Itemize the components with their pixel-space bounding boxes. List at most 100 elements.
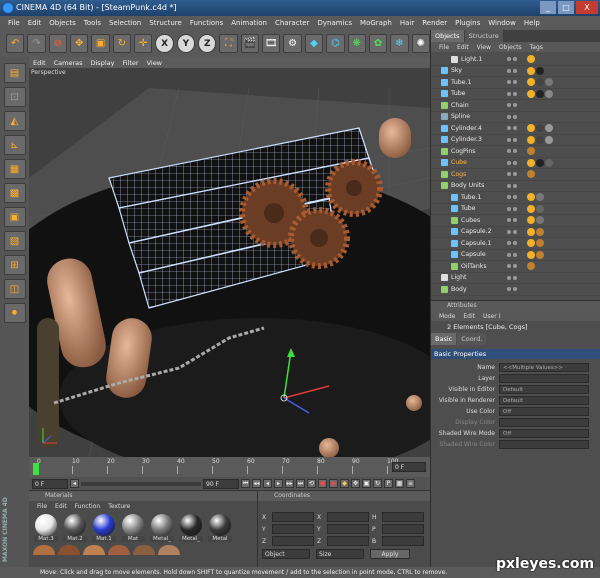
scene-icon[interactable]: ❄ — [390, 34, 409, 53]
maximize-button[interactable]: □ — [558, 1, 574, 14]
objects-menu-objects[interactable]: Objects — [499, 44, 522, 51]
light-icon[interactable]: ✺ — [411, 34, 430, 53]
menu-dynamics[interactable]: Dynamics — [318, 19, 353, 27]
next-frame-icon[interactable]: ▸▸ — [285, 479, 294, 488]
coord-field[interactable] — [327, 512, 369, 522]
object-row[interactable]: OilTanks — [431, 261, 600, 273]
material-swatch[interactable]: Mat.2 — [62, 514, 88, 542]
deformer-icon[interactable]: ✿ — [368, 34, 388, 53]
attribute-value[interactable]: Default — [499, 396, 589, 405]
viewport-menu-cameras[interactable]: Cameras — [54, 59, 83, 67]
attribute-value[interactable]: Off — [499, 429, 589, 438]
object-row[interactable]: Light.1 — [431, 54, 600, 66]
coord-field[interactable] — [272, 512, 314, 522]
z-axis-toggle[interactable]: Z — [198, 34, 217, 53]
visibility-dots[interactable] — [507, 264, 517, 268]
object-row[interactable]: Capsule.2 — [431, 227, 600, 238]
make-editable-icon[interactable]: ▤ — [3, 63, 26, 83]
array-icon[interactable]: ❋ — [347, 34, 366, 53]
attributes-menu-item[interactable]: User I — [483, 313, 500, 320]
viewport-menu-display[interactable]: Display — [91, 59, 115, 67]
object-row[interactable]: Cubes — [431, 215, 600, 227]
attribute-value[interactable]: Off — [499, 407, 589, 416]
apply-button[interactable]: Apply — [370, 549, 410, 559]
menu-render[interactable]: Render — [422, 19, 447, 27]
menu-objects[interactable]: Objects — [49, 19, 75, 27]
materials-menu-file[interactable]: File — [37, 503, 47, 510]
current-frame-field[interactable]: 0 F — [392, 462, 426, 472]
materials-menu-edit[interactable]: Edit — [55, 503, 67, 510]
coord-field[interactable] — [272, 536, 314, 546]
material-swatch[interactable]: Metal_ — [149, 514, 175, 542]
materials-menu-function[interactable]: Function — [75, 503, 101, 510]
tab-objects[interactable]: Objects — [431, 30, 464, 42]
menu-animation[interactable]: Animation — [231, 19, 267, 27]
pla-key-icon[interactable]: ▦ — [395, 479, 404, 488]
visibility-dots[interactable] — [507, 160, 517, 165]
visibility-dots[interactable] — [507, 229, 517, 234]
close-button[interactable]: X — [576, 1, 598, 14]
visibility-dots[interactable] — [507, 183, 517, 188]
scale-icon[interactable]: ▣ — [91, 34, 110, 53]
objects-menu-file[interactable]: File — [439, 44, 449, 51]
visibility-dots[interactable] — [507, 80, 517, 84]
attribute-value[interactable]: Default — [499, 385, 589, 394]
scale-key-icon[interactable]: ▣ — [362, 479, 371, 488]
render-settings-icon[interactable]: ⚙ — [283, 34, 302, 53]
timeline-menu-icon[interactable]: ≡ — [406, 479, 415, 488]
end-frame-field[interactable]: 90 F — [203, 478, 239, 489]
workplane-icon[interactable]: ◫ — [3, 279, 26, 299]
coord-field[interactable] — [382, 524, 424, 534]
render-picture-viewer-icon[interactable]: 🎞 — [262, 34, 281, 53]
coord-field[interactable] — [382, 536, 424, 546]
minimize-button[interactable]: _ — [540, 1, 556, 14]
visibility-dots[interactable] — [507, 114, 517, 119]
menu-character[interactable]: Character — [275, 19, 310, 27]
undo-icon[interactable]: ↶ — [6, 34, 25, 53]
x-axis-toggle[interactable]: X — [155, 34, 174, 53]
visibility-dots[interactable] — [507, 68, 517, 73]
object-row[interactable]: Cogs — [431, 169, 600, 181]
material-swatch[interactable]: Metal_ — [178, 514, 204, 542]
attributes-menu-item[interactable]: Mode — [439, 313, 455, 320]
object-row[interactable]: Body Units — [431, 181, 600, 192]
visibility-dots[interactable] — [507, 172, 517, 176]
visibility-dots[interactable] — [507, 275, 517, 280]
model-mode-icon[interactable]: ▩ — [3, 183, 26, 203]
record-icon[interactable]: ● — [318, 479, 327, 488]
objects-menu-view[interactable]: View — [477, 44, 491, 51]
move-tool-icon[interactable]: ✛ — [134, 34, 153, 53]
size-mode-select[interactable]: Size — [316, 549, 364, 559]
menu-plugins[interactable]: Plugins — [455, 19, 480, 27]
coord-field[interactable] — [272, 524, 314, 534]
object-row[interactable]: Tube.1 — [431, 192, 600, 204]
visibility-dots[interactable] — [507, 287, 517, 291]
playhead[interactable] — [33, 463, 39, 475]
param-key-icon[interactable]: P — [384, 479, 393, 488]
attribute-value[interactable] — [499, 374, 589, 383]
start-arrow-icon[interactable]: ◂ — [70, 479, 79, 488]
menu-help[interactable]: Help — [524, 19, 540, 27]
timeline[interactable]: 01020304050607080901000 F — [29, 457, 430, 477]
object-mode-icon[interactable]: ▣ — [3, 207, 26, 227]
menu-window[interactable]: Window — [488, 19, 516, 27]
loop-icon[interactable]: ⟲ — [307, 479, 316, 488]
material-swatch[interactable]: Mat.3 — [33, 514, 59, 542]
menu-selection[interactable]: Selection — [109, 19, 141, 27]
prev-key-icon[interactable]: ◂◂ — [252, 479, 261, 488]
object-row[interactable]: Tube — [431, 89, 600, 100]
viewport-menu-view[interactable]: View — [147, 59, 162, 67]
render-view-icon[interactable]: 🎬 — [240, 34, 260, 53]
y-axis-toggle[interactable]: Y — [176, 34, 196, 53]
rotate-key-icon[interactable]: ↻ — [373, 479, 382, 488]
visibility-dots[interactable] — [507, 149, 517, 153]
menu-mograph[interactable]: MoGraph — [360, 19, 392, 27]
live-selection-icon[interactable]: ⊘ — [48, 34, 68, 53]
move-icon[interactable]: ✥ — [70, 34, 89, 53]
object-row[interactable]: Tube.1 — [431, 77, 600, 89]
visibility-dots[interactable] — [507, 218, 517, 222]
start-frame-field[interactable]: 0 F — [32, 478, 68, 489]
tab-structure[interactable]: Structure — [464, 30, 503, 42]
coord-field[interactable] — [382, 512, 424, 522]
object-row[interactable]: Sky — [431, 66, 600, 77]
